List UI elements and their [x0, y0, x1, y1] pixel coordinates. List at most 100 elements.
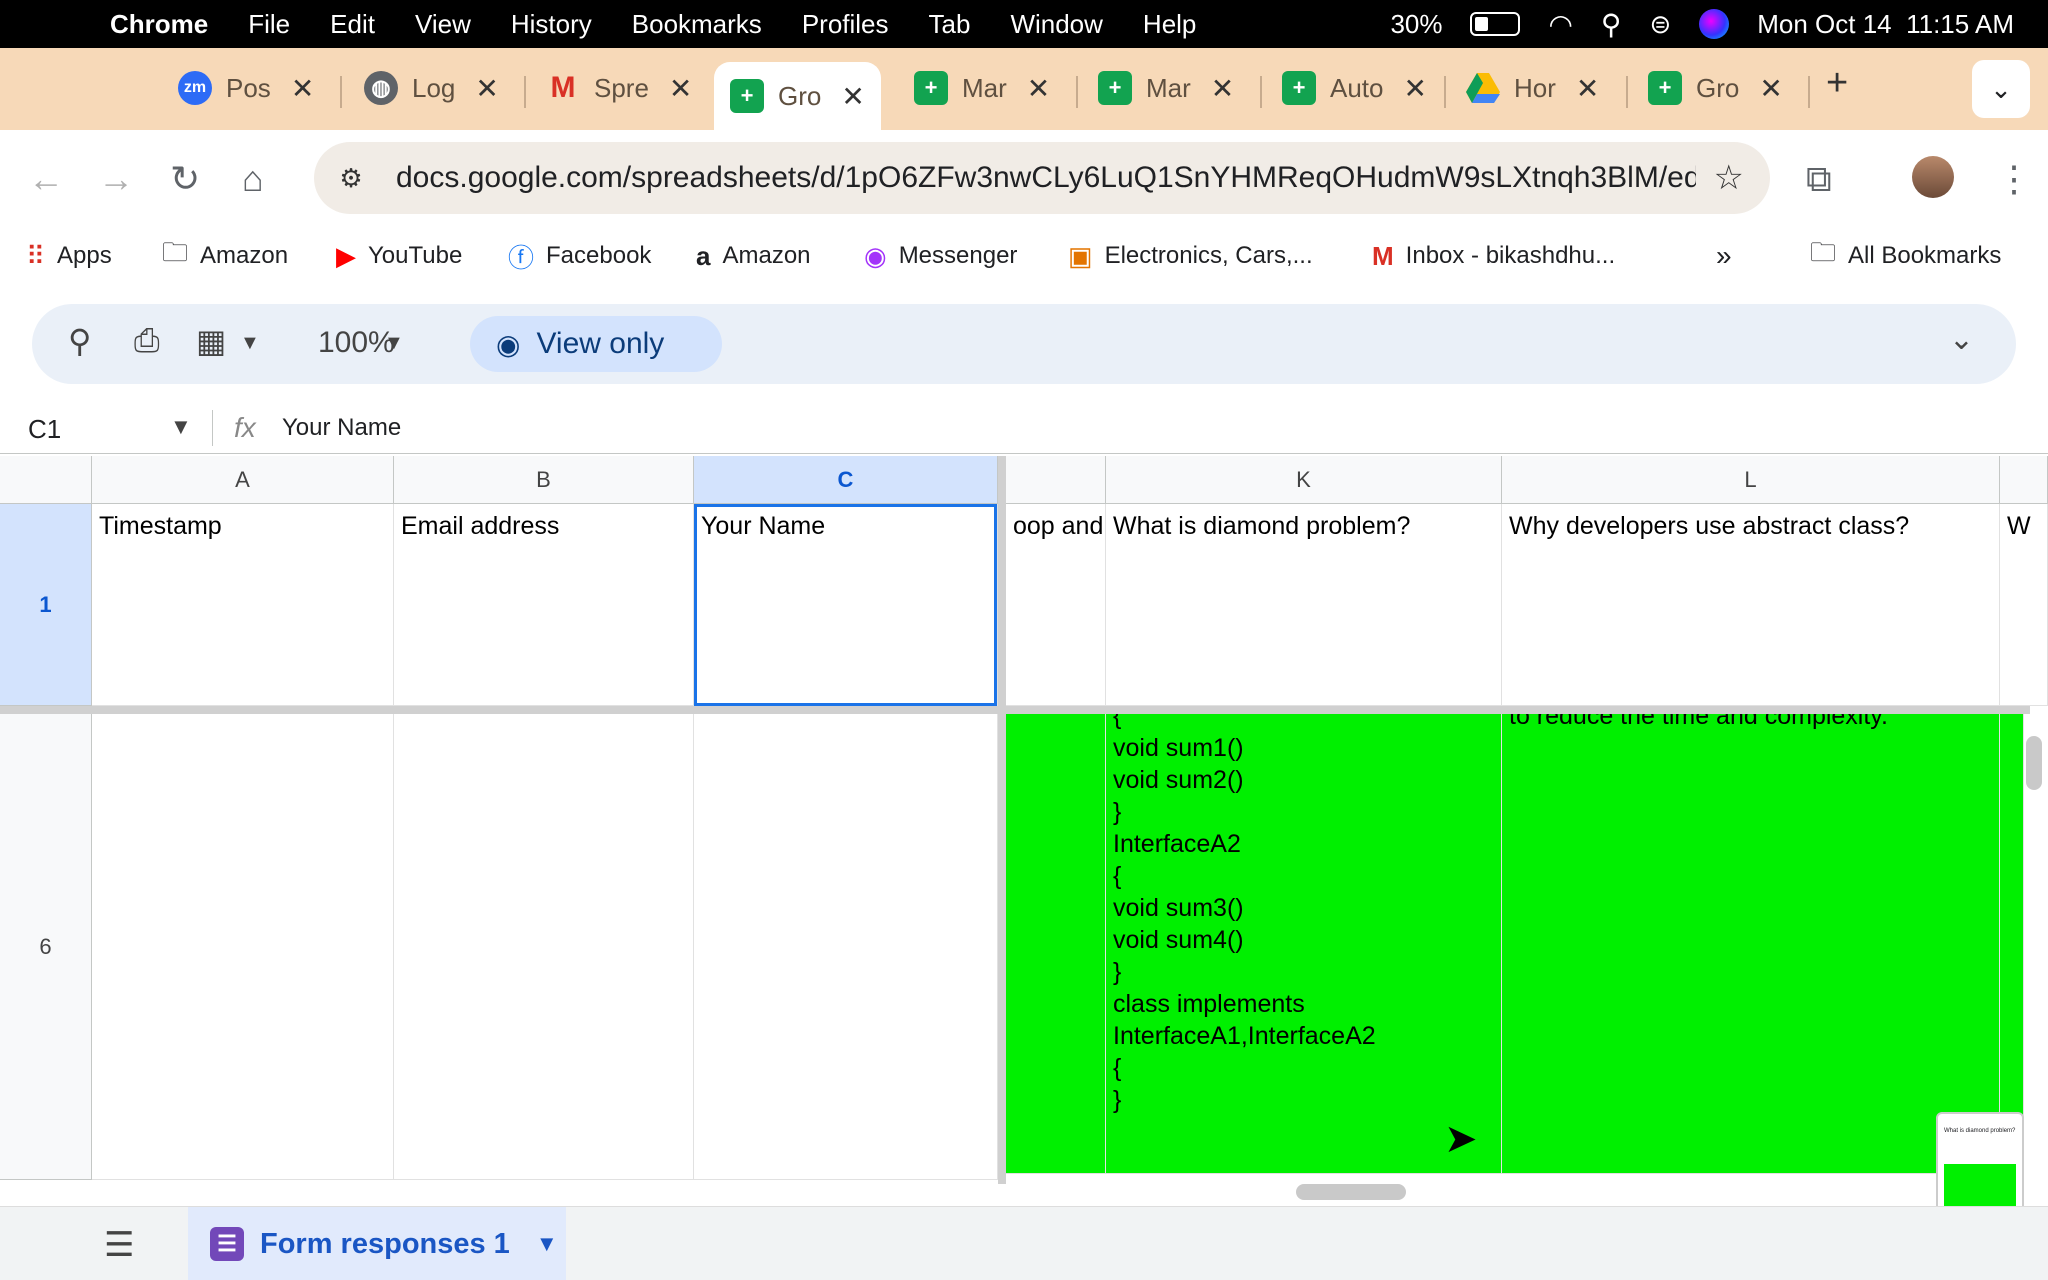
bookmarks-overflow-chevron-icon[interactable]: »	[1716, 240, 1732, 272]
menu-window[interactable]: Window	[1010, 9, 1102, 40]
select-all-corner[interactable]	[0, 456, 92, 504]
extensions-puzzle-icon[interactable]: ⧉	[1806, 158, 1832, 201]
cell-j6[interactable]	[1006, 714, 1106, 1174]
table-view-icon[interactable]: ▦	[196, 322, 226, 360]
close-icon[interactable]: ✕	[475, 72, 498, 105]
menu-file[interactable]: File	[248, 9, 290, 40]
forward-arrow-icon[interactable]: →	[98, 158, 134, 200]
bookmark-facebook[interactable]: ⓕ Facebook	[508, 238, 651, 275]
cell-l1[interactable]: Why developers use abstract class?	[1502, 504, 2000, 706]
new-tab-plus-icon[interactable]: +	[1826, 62, 1848, 105]
close-icon[interactable]: ✕	[291, 72, 314, 105]
back-arrow-icon[interactable]: ←	[28, 158, 64, 200]
column-header-b[interactable]: B	[394, 456, 694, 504]
close-icon[interactable]: ✕	[1576, 72, 1599, 105]
control-center-icon[interactable]: ⊜	[1649, 9, 1671, 40]
cell-b1[interactable]: Email address	[394, 504, 694, 706]
spotlight-search-icon[interactable]: ⚲	[1601, 8, 1622, 41]
bookmark-apps[interactable]: ⠿ Apps	[26, 241, 112, 272]
column-header-a[interactable]: A	[92, 456, 394, 504]
column-header-l[interactable]: L	[1502, 456, 2000, 504]
frozen-row-divider[interactable]	[0, 706, 2030, 714]
cell-k1[interactable]: What is diamond problem?	[1106, 504, 1502, 706]
name-box-chevron-icon[interactable]: ▼	[170, 414, 192, 440]
menu-tab[interactable]: Tab	[929, 9, 971, 40]
close-icon[interactable]: ✕	[1211, 72, 1234, 105]
zoom-chevron-down-icon[interactable]: ▼	[384, 332, 404, 355]
browser-tab[interactable]: M Spre ✕	[546, 62, 693, 114]
menu-help[interactable]: Help	[1143, 9, 1196, 40]
address-bar[interactable]: ⚙ docs.google.com/spreadsheets/d/1pO6ZFw…	[314, 142, 1770, 214]
chevron-down-icon[interactable]: ▼	[240, 332, 260, 355]
vertical-scrollbar[interactable]	[2026, 736, 2042, 790]
profile-avatar[interactable]	[1912, 156, 1954, 198]
collapse-chevron-icon[interactable]: ⌄	[1949, 322, 1974, 357]
bookmark-amazon-folder[interactable]: 🗀 Amazon	[162, 234, 288, 278]
column-header-k[interactable]: K	[1106, 456, 1502, 504]
menu-history[interactable]: History	[511, 9, 592, 40]
bookmark-all-bookmarks[interactable]: 🗀 All Bookmarks	[1810, 234, 2001, 278]
name-box[interactable]: C1	[28, 414, 61, 445]
battery-icon[interactable]	[1470, 12, 1521, 36]
column-header-c[interactable]: C	[694, 456, 998, 504]
cell-k6[interactable]: { void sum1() void sum2() } InterfaceA2 …	[1106, 714, 1502, 1174]
bookmark-star-icon[interactable]: ☆	[1714, 158, 1744, 198]
siri-icon[interactable]	[1699, 9, 1730, 39]
bookmark-messenger[interactable]: ◉ Messenger	[864, 241, 1017, 272]
bookmark-amazon[interactable]: a Amazon	[696, 241, 811, 272]
browser-tab[interactable]: zm Pos ✕	[178, 62, 314, 114]
close-icon[interactable]: ✕	[841, 80, 864, 113]
sheets-icon: +	[730, 79, 764, 113]
cell-j1[interactable]: oop and	[1006, 504, 1106, 706]
close-icon[interactable]: ✕	[1759, 72, 1782, 105]
more-menu-icon[interactable]: ⋮	[1996, 158, 2032, 200]
browser-tab[interactable]: + Mar ✕	[1098, 62, 1234, 114]
cell-a6[interactable]	[92, 714, 394, 1180]
cell-a1[interactable]: Timestamp	[92, 504, 394, 706]
menu-edit[interactable]: Edit	[330, 9, 375, 40]
close-icon[interactable]: ✕	[669, 72, 692, 105]
menu-view[interactable]: View	[415, 9, 471, 40]
search-icon[interactable]: ⚲	[68, 322, 91, 360]
menu-app-chrome[interactable]: Chrome	[110, 9, 208, 40]
browser-tab[interactable]: + Gro ✕	[1648, 62, 1783, 114]
frozen-column-divider[interactable]	[998, 456, 1006, 1184]
sheet-tab-bar: ☰ ☰ Form responses 1 ▼	[0, 1206, 2048, 1280]
menu-profiles[interactable]: Profiles	[802, 9, 889, 40]
cell-b6[interactable]	[394, 714, 694, 1180]
print-icon[interactable]: ⎙	[134, 322, 160, 360]
browser-tab[interactable]: + Auto ✕	[1282, 62, 1427, 114]
browser-tab[interactable]: Hor ✕	[1466, 62, 1599, 114]
browser-tab[interactable]: ◍ Log ✕	[364, 62, 499, 114]
clock[interactable]: Mon Oct 14 11:15 AM	[1757, 9, 2014, 40]
menu-bookmarks[interactable]: Bookmarks	[632, 9, 762, 40]
row-header-1[interactable]: 1	[0, 504, 92, 706]
browser-tab[interactable]: + Mar ✕	[914, 62, 1050, 114]
bookmark-youtube[interactable]: ▶ YouTube	[336, 241, 462, 272]
bookmark-electronics[interactable]: ▣ Electronics, Cars,...	[1068, 241, 1313, 272]
url-text[interactable]: docs.google.com/spreadsheets/d/1pO6ZFw3n…	[396, 161, 1696, 195]
close-icon[interactable]: ✕	[1404, 72, 1427, 105]
formula-input[interactable]: Your Name	[282, 414, 401, 442]
cell-l6[interactable]: to reduce the time and complexity.	[1502, 714, 2000, 1174]
home-icon[interactable]: ⌂	[242, 158, 264, 200]
tab-search-chevron-icon[interactable]: ⌄	[1972, 60, 2030, 118]
all-sheets-menu-icon[interactable]: ☰	[104, 1225, 134, 1265]
column-header-j[interactable]	[1006, 456, 1106, 504]
browser-tab-active[interactable]: + Gro ✕	[714, 62, 881, 130]
sheet-tab-chevron-down-icon[interactable]: ▼	[536, 1231, 558, 1257]
cell-m1[interactable]: W	[2000, 504, 2048, 706]
column-header-m[interactable]	[2000, 456, 2048, 504]
view-only-button[interactable]: ◉ View only	[470, 316, 722, 372]
row-header-6[interactable]: 6	[0, 714, 92, 1180]
horizontal-scrollbar[interactable]	[1296, 1184, 1406, 1200]
code-line: void sum3()	[1113, 894, 1244, 922]
reload-icon[interactable]: ↻	[170, 158, 200, 200]
wifi-icon[interactable]: ◠	[1548, 8, 1572, 41]
site-info-icon[interactable]: ⚙	[332, 159, 370, 197]
close-icon[interactable]: ✕	[1027, 72, 1050, 105]
cell-c6[interactable]	[694, 714, 998, 1180]
cell-m6[interactable]	[2000, 714, 2024, 1174]
bookmark-inbox[interactable]: M Inbox - bikashdhu...	[1372, 241, 1615, 272]
sheet-tab-form-responses[interactable]: ☰ Form responses 1 ▼	[188, 1207, 566, 1280]
